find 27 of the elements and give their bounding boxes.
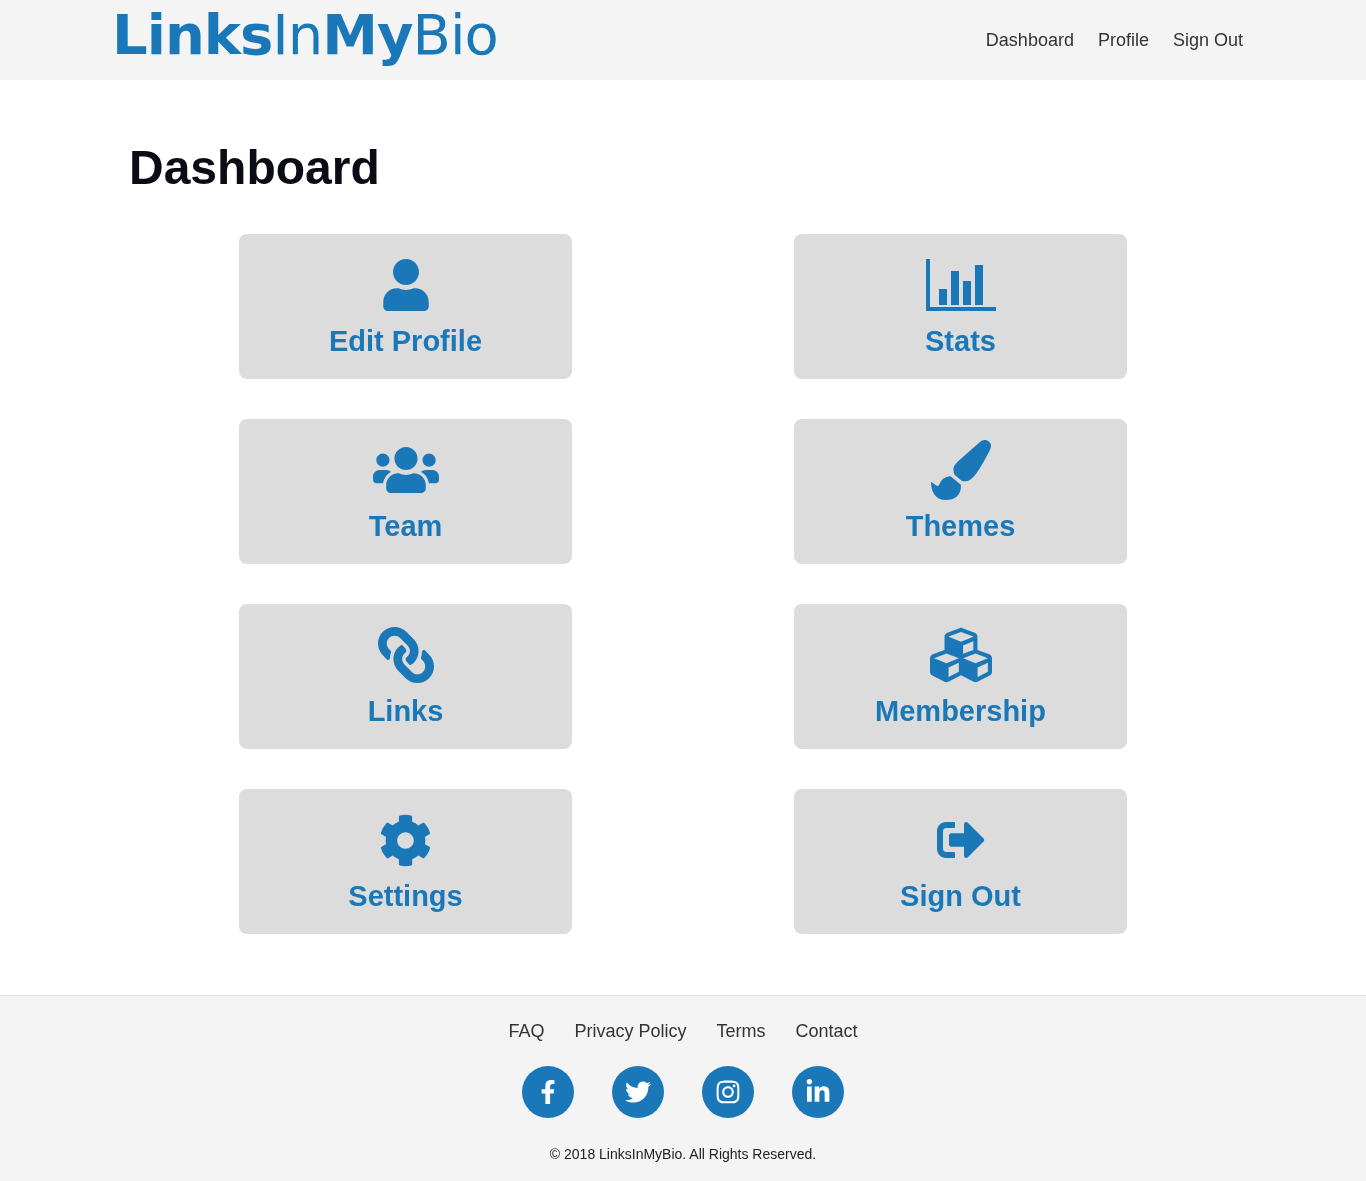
dashboard-tile[interactable]: Membership [794, 604, 1127, 749]
dashboard-tile[interactable]: Links [239, 604, 572, 749]
copyright-text: © 2018 LinksInMyBio. All Rights Reserved. [549, 1145, 817, 1164]
dashboard-tile[interactable]: Sign Out [794, 789, 1127, 934]
instagram-icon[interactable] [702, 1066, 754, 1118]
chain-link-icon [377, 627, 434, 683]
dashboard-tile[interactable]: Team [239, 419, 572, 564]
dashboard-tile[interactable]: Stats [794, 234, 1127, 379]
gear-icon [379, 813, 432, 867]
bar-chart-icon [925, 259, 996, 311]
linkedin-icon[interactable] [792, 1066, 844, 1118]
paint-brush-icon [930, 440, 991, 500]
nav-link[interactable]: Sign Out [1172, 28, 1243, 52]
user-icon [382, 259, 429, 311]
footer-link[interactable]: Terms [716, 1018, 766, 1044]
footer-link[interactable]: FAQ [508, 1018, 545, 1044]
footer-link[interactable]: Contact [795, 1018, 858, 1044]
nav-link[interactable]: Profile [1097, 28, 1149, 52]
dashboard-tile[interactable]: Settings [239, 789, 572, 934]
page-title: Dashboard [129, 144, 380, 192]
twitter-icon[interactable] [612, 1066, 664, 1118]
nav-link[interactable]: Dashboard [985, 28, 1074, 52]
dashboard-tile[interactable]: Themes [794, 419, 1127, 564]
footer-link[interactable]: Privacy Policy [574, 1018, 687, 1044]
facebook-icon[interactable] [522, 1066, 574, 1118]
site-logo[interactable]: LinksInMyBio [112, 3, 498, 67]
dashboard-tile[interactable]: Edit Profile [239, 234, 572, 379]
